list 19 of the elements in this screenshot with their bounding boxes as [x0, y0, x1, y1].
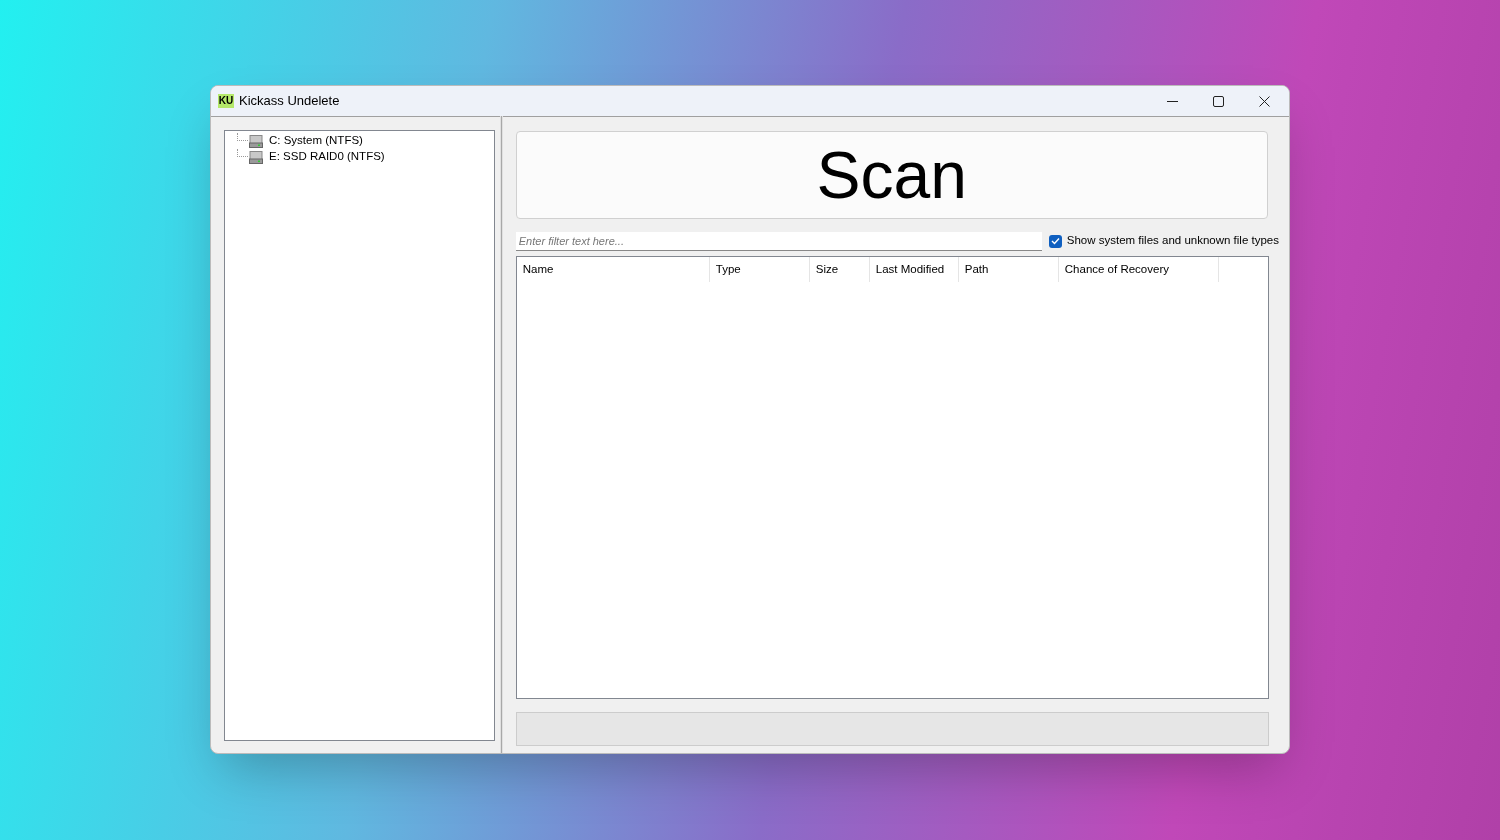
minimize-icon [1166, 100, 1178, 102]
scan-button[interactable]: Scan [515, 131, 1268, 219]
checkbox-label: Show system files and unknown file types [1066, 233, 1279, 249]
drive-tree-item[interactable]: C: System (NTFS) [269, 132, 363, 150]
column-header[interactable]: Chance of Recovery [1058, 257, 1219, 282]
drive-tree-item[interactable]: E: SSD RAID0 (NTFS) [269, 148, 385, 166]
window-title: Kickass Undelete [239, 92, 340, 111]
app-logo-icon: KU [218, 94, 234, 108]
filter-field[interactable]: Enter filter text here... [515, 231, 1042, 251]
column-header[interactable]: Type [709, 257, 810, 282]
splitter[interactable] [499, 116, 503, 753]
checkbox[interactable] [1048, 234, 1062, 248]
show-system-files-checkbox[interactable]: Show system files and unknown file types [1048, 232, 1279, 250]
maximize-icon [1212, 95, 1224, 107]
column-header[interactable]: Name [516, 257, 710, 282]
column-header[interactable]: Path [958, 257, 1059, 282]
close-icon [1258, 95, 1270, 107]
column-header[interactable]: Size [809, 257, 870, 282]
column-header[interactable]: Last Modified [869, 257, 959, 282]
